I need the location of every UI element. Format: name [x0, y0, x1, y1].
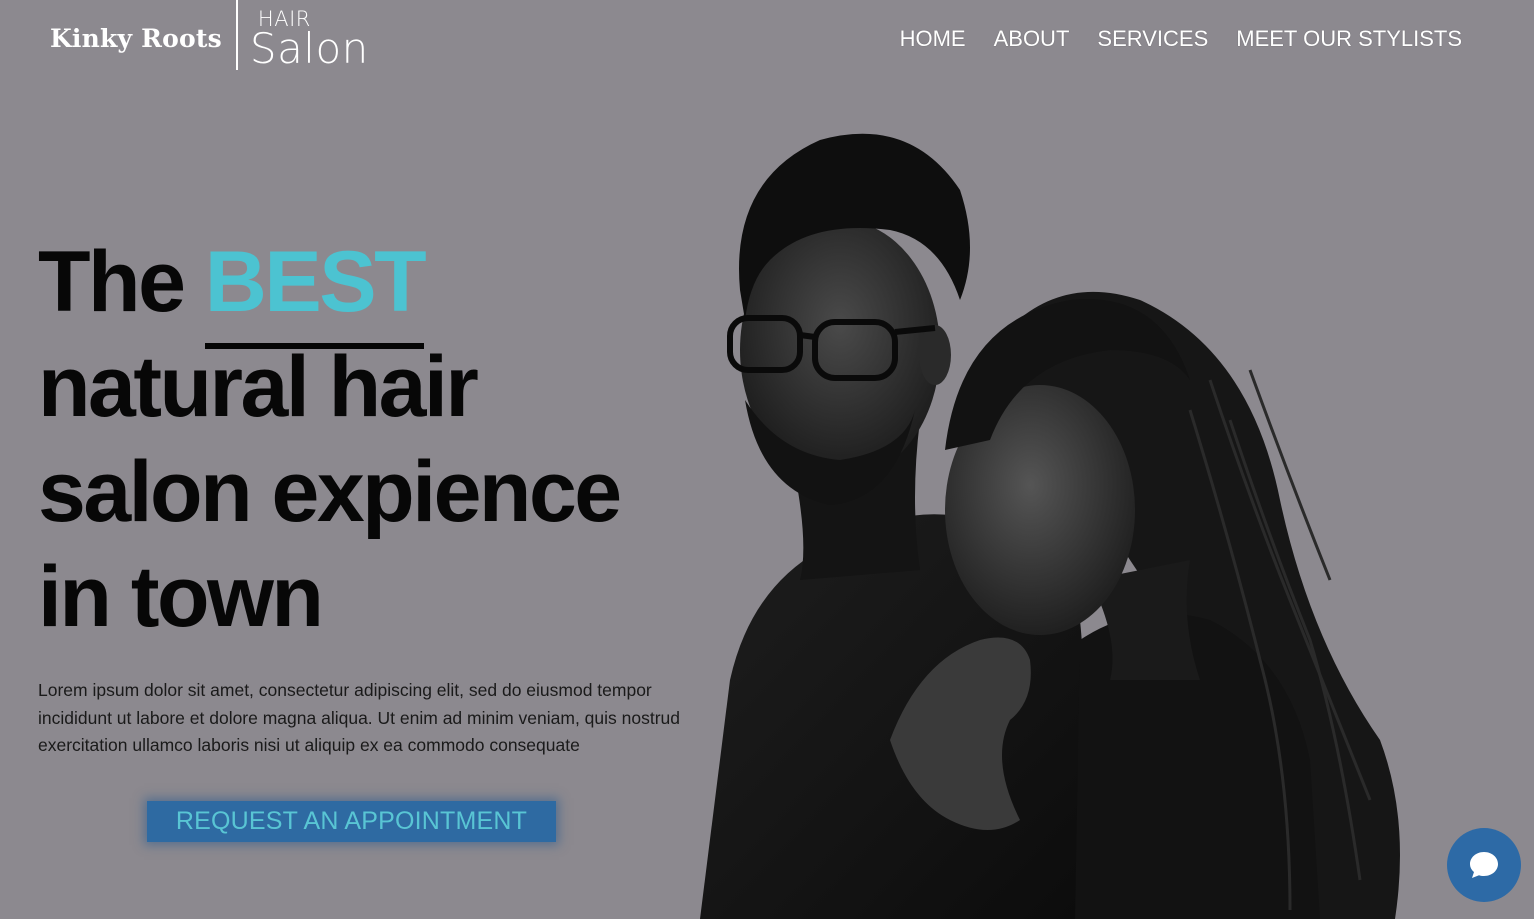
headline-line-1: The BEST — [38, 230, 718, 349]
main-nav: HOME ABOUT SERVICES MEET OUR STYLISTS — [900, 26, 1462, 52]
logo-salon-text: Salon — [249, 24, 369, 73]
headline-prefix: The — [38, 234, 205, 330]
request-appointment-button[interactable]: REQUEST AN APPOINTMENT — [147, 801, 556, 842]
logo-divider — [235, 0, 238, 70]
hero-headline: The BEST natural hair salon expience in … — [38, 230, 718, 650]
hero-couple-photo — [690, 120, 1420, 919]
nav-meet-our-stylists[interactable]: MEET OUR STYLISTS — [1236, 26, 1462, 52]
headline-line-3: salon expience — [38, 444, 622, 540]
chat-button[interactable] — [1447, 828, 1521, 902]
site-logo[interactable]: Kinky Roots HAIR Salon — [50, 0, 369, 72]
headline-accent-best: BEST — [204, 230, 427, 349]
headline-line-2: natural hair — [38, 339, 479, 435]
accent-underline — [204, 343, 425, 349]
logo-brand-name: Kinky Roots — [50, 24, 222, 53]
headline-line-4: in town — [38, 549, 324, 645]
nav-about[interactable]: ABOUT — [994, 26, 1070, 52]
nav-home[interactable]: HOME — [900, 26, 966, 52]
hero-body-text: Lorem ipsum dolor sit amet, consectetur … — [38, 680, 681, 755]
logo-subtitle: HAIR Salon — [250, 0, 369, 70]
hero-photo-illustration — [700, 133, 1400, 919]
headline-accent-text: BEST — [204, 234, 427, 330]
chat-bubble-icon — [1470, 852, 1498, 878]
nav-services[interactable]: SERVICES — [1097, 26, 1208, 52]
